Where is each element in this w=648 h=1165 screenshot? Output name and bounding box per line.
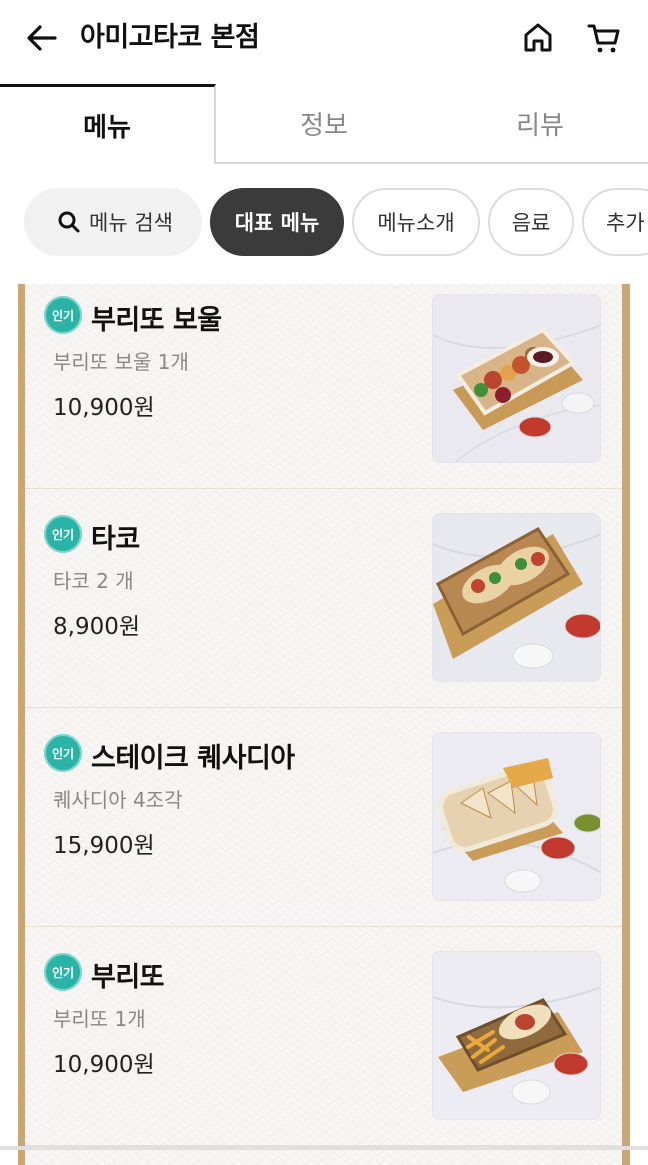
menu-list-frame: 인기 부리또 보울 부리또 보울 1개 10,900원 인기 타코 타코 2 개…	[18, 284, 630, 1165]
menu-item-steak-quesadilla[interactable]: 인기 스테이크 퀘사디아 퀘사디아 4조각 15,900원	[25, 708, 622, 927]
cart-icon	[587, 24, 620, 53]
item-name: 부리또	[91, 962, 165, 993]
bottom-divider	[0, 1146, 648, 1150]
chip-drinks[interactable]: 음료	[488, 188, 574, 256]
category-chips: 메뉴 검색 대표 메뉴 메뉴소개 음료 추가	[0, 188, 648, 260]
back-button[interactable]	[22, 18, 62, 58]
home-icon	[524, 23, 552, 52]
item-price: 15,900원	[53, 833, 155, 859]
store-title: 아미고타코 본점	[80, 22, 260, 53]
chip-signature-menu[interactable]: 대표 메뉴	[210, 188, 344, 256]
menu-list: 인기 부리또 보울 부리또 보울 1개 10,900원 인기 타코 타코 2 개…	[25, 284, 622, 1165]
arrow-left-icon	[27, 25, 57, 51]
tacos-photo	[432, 513, 601, 682]
cart-button[interactable]	[582, 16, 626, 60]
chip-extras[interactable]: 추가	[582, 188, 648, 256]
tab-reviews[interactable]: 리뷰	[432, 84, 648, 164]
home-button[interactable]	[516, 16, 560, 60]
tab-info[interactable]: 정보	[216, 84, 432, 164]
popular-badge: 인기	[44, 296, 82, 334]
popular-badge: 인기	[44, 953, 82, 991]
chip-menu-intro[interactable]: 메뉴소개	[352, 188, 480, 256]
menu-search-button[interactable]: 메뉴 검색	[24, 188, 202, 256]
search-icon	[58, 211, 80, 233]
item-name: 타코	[91, 524, 140, 555]
popular-badge: 인기	[44, 515, 82, 553]
item-name: 부리또 보울	[91, 305, 222, 336]
item-description: 타코 2 개	[53, 569, 134, 593]
menu-item-burrito-bowl[interactable]: 인기 부리또 보울 부리또 보울 1개 10,900원	[25, 270, 622, 489]
item-price: 10,900원	[53, 1052, 155, 1078]
burrito-bowl-photo	[432, 294, 601, 463]
tab-menu[interactable]: 메뉴	[0, 84, 216, 164]
menu-search-label: 메뉴 검색	[89, 211, 173, 235]
menu-item-burrito[interactable]: 인기 부리또 부리또 1개 10,900원	[25, 927, 622, 1146]
item-price: 10,900원	[53, 395, 155, 421]
app-header: 아미고타코 본점	[0, 0, 648, 84]
burrito-photo	[432, 951, 601, 1120]
item-description: 부리또 보울 1개	[53, 350, 189, 374]
item-description: 퀘사디아 4조각	[53, 788, 183, 812]
tab-bar: 메뉴 정보 리뷰	[0, 84, 648, 164]
quesadilla-photo	[432, 732, 601, 901]
item-price: 8,900원	[53, 614, 141, 640]
menu-item-tacos[interactable]: 인기 타코 타코 2 개 8,900원	[25, 489, 622, 708]
item-name: 스테이크 퀘사디아	[91, 743, 295, 774]
popular-badge: 인기	[44, 734, 82, 772]
item-description: 부리또 1개	[53, 1007, 146, 1031]
